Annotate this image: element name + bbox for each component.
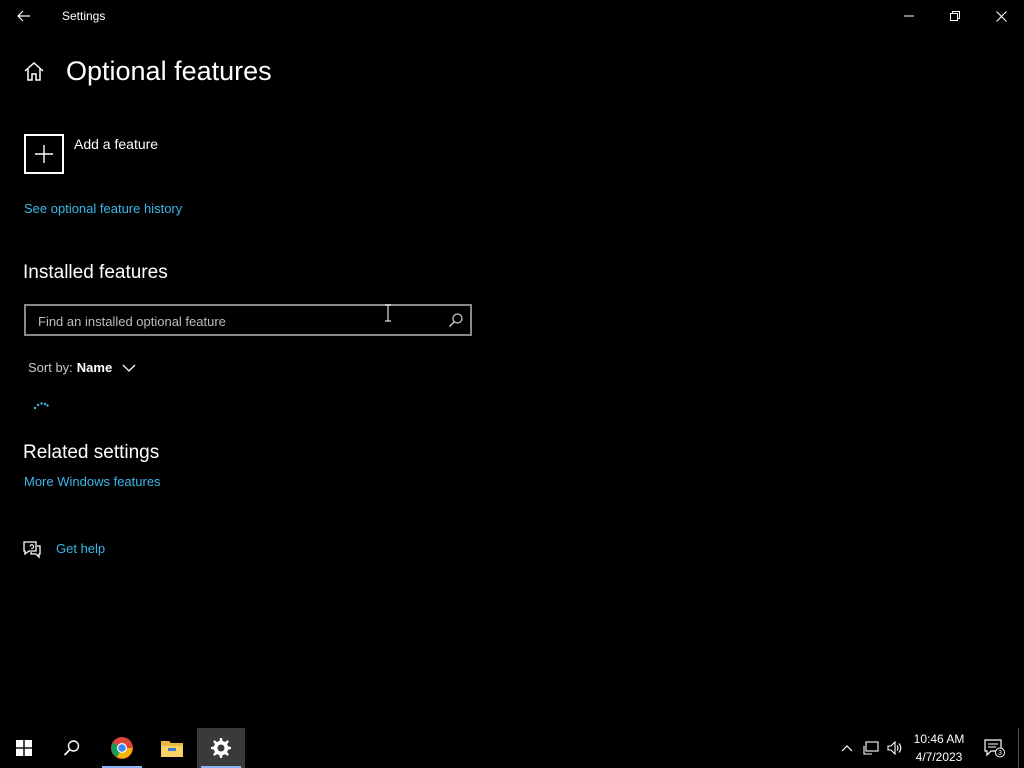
volume-button[interactable] — [884, 728, 906, 768]
search-icon — [63, 740, 80, 756]
add-feature-button[interactable] — [24, 134, 64, 174]
installed-features-heading: Installed features — [23, 262, 168, 283]
add-feature-label[interactable]: Add a feature — [74, 136, 158, 152]
taskbar-chrome[interactable] — [98, 728, 146, 768]
home-icon[interactable] — [22, 60, 46, 84]
gear-icon — [211, 738, 231, 758]
close-button[interactable] — [978, 0, 1024, 32]
restore-icon — [950, 11, 960, 21]
clock-time: 10:46 AM — [913, 732, 965, 746]
close-icon — [995, 10, 1007, 22]
clock[interactable]: 10:46 AM 4/7/2023 — [906, 730, 972, 766]
title-bar: Settings — [0, 0, 1024, 32]
show-desktop-button[interactable] — [1018, 728, 1024, 768]
page-title: Optional features — [66, 56, 272, 86]
chrome-icon — [111, 737, 133, 759]
loading-spinner-icon — [33, 402, 49, 410]
more-windows-features-link[interactable]: More Windows features — [24, 474, 161, 489]
action-center-button[interactable]: 3 — [978, 728, 1010, 768]
network-button[interactable] — [860, 728, 882, 768]
start-button[interactable] — [0, 728, 48, 768]
taskbar-settings[interactable] — [197, 728, 245, 768]
restore-button[interactable] — [932, 0, 978, 32]
network-icon — [863, 741, 879, 755]
installed-feature-search[interactable] — [24, 304, 472, 336]
sort-label: Sort by: — [28, 360, 73, 375]
taskbar-file-explorer[interactable] — [148, 728, 196, 768]
taskbar-search-button[interactable] — [48, 728, 96, 768]
notification-icon: 3 — [984, 739, 1005, 758]
minimize-button[interactable] — [886, 0, 932, 32]
minimize-icon — [904, 15, 914, 17]
settings-window: Settings Optional features Add a feature… — [0, 0, 1024, 728]
clock-date: 4/7/2023 — [915, 750, 963, 764]
help-chat-icon — [23, 541, 41, 559]
folder-icon — [161, 741, 183, 757]
show-hidden-icons-button[interactable] — [836, 728, 858, 768]
chevron-down-icon — [122, 364, 136, 372]
back-button[interactable] — [8, 0, 40, 32]
volume-icon — [887, 741, 902, 755]
optional-feature-history-link[interactable]: See optional feature history — [24, 201, 182, 216]
taskbar: 10:46 AM 4/7/2023 3 — [0, 728, 1024, 768]
plus-icon — [35, 145, 53, 163]
sort-dropdown[interactable]: Sort by: Name — [28, 360, 138, 375]
related-settings-heading: Related settings — [23, 442, 160, 463]
chevron-up-icon — [841, 745, 853, 752]
get-help-link[interactable]: Get help — [56, 541, 105, 556]
windows-logo-icon — [16, 740, 32, 756]
search-icon[interactable] — [448, 312, 464, 328]
search-input[interactable] — [36, 311, 440, 331]
notification-count: 3 — [998, 750, 1002, 757]
back-arrow-icon — [17, 10, 30, 22]
window-title: Settings — [62, 9, 106, 23]
sort-value[interactable]: Name — [77, 360, 112, 375]
text-cursor-icon — [385, 304, 391, 322]
